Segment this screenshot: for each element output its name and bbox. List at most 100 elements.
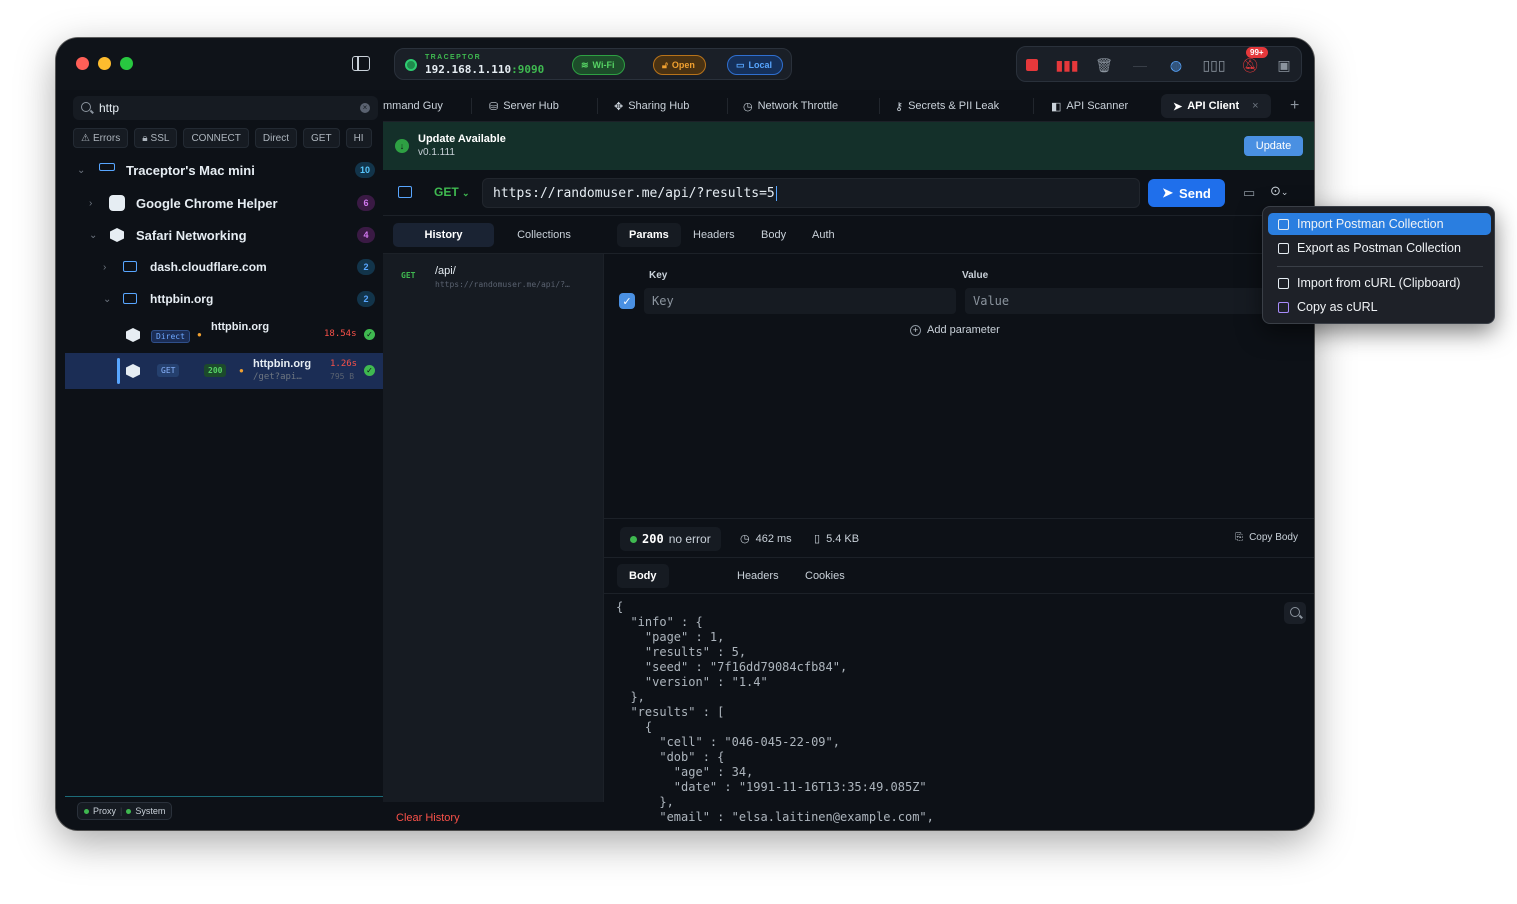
globe-icon[interactable]: ◍ (1167, 56, 1185, 74)
json-viewer: { "info" : { "page" : 1, "results" : 5, … (616, 600, 934, 825)
tree-host-cloudflare[interactable]: › dash.cloudflare.com 2 (65, 252, 383, 282)
history-tabs: History Collections (383, 216, 604, 254)
history-url: https://randomuser.me/api/?… (435, 280, 570, 289)
filter-errors[interactable]: ⚠ Errors (73, 128, 129, 148)
tab-server-hub[interactable]: ⛁ Server Hub (489, 94, 559, 118)
tab-sharing-hub[interactable]: ✥ Sharing Hub (614, 94, 689, 118)
url-input[interactable]: https://randomuser.me/api/?results=5 (482, 178, 1140, 208)
param-value-input[interactable]: Value (965, 288, 1265, 314)
sidebar-panel-icon[interactable] (398, 186, 412, 198)
app-count: 6 (357, 195, 375, 211)
tab-api-client[interactable]: ➤ API Client × (1161, 94, 1271, 118)
ip-value: 192.168.1.110 (425, 63, 512, 76)
menu-copy-curl[interactable]: Copy as cURL (1268, 296, 1491, 318)
key-icon: ⚷ (895, 100, 904, 113)
zoom-window-button[interactable] (120, 57, 133, 70)
lock-icon: 🔒︎ (142, 132, 148, 144)
copy-body-button[interactable]: ⎘ Copy Body (1235, 532, 1298, 543)
status-chip: 200 no error (620, 527, 721, 551)
direct-tag: Direct (151, 330, 190, 343)
tab-command-guy[interactable]: mmand Guy (383, 94, 443, 118)
menu-import-postman[interactable]: Import Postman Collection (1268, 213, 1491, 235)
menu-import-curl[interactable]: Import from cURL (Clipboard) (1268, 272, 1491, 294)
unlock-icon: 🔓︎ (662, 59, 668, 70)
server-icon (123, 261, 137, 272)
json-line: { (616, 720, 653, 734)
tree-app-safari[interactable]: ⌄ Safari Networking 4 (65, 220, 383, 250)
tree-host-httpbin[interactable]: ⌄ httpbin.org 2 (65, 284, 383, 314)
filter-hi[interactable]: HI (345, 128, 372, 148)
update-button[interactable]: Update (1244, 136, 1303, 156)
tree-app-chrome[interactable]: › Google Chrome Helper 6 (65, 188, 383, 218)
local-chip[interactable]: ▭ Local (727, 55, 784, 75)
send-label: Send (1179, 185, 1211, 201)
trash-icon[interactable]: 🗑︎ (1095, 56, 1113, 74)
method-select[interactable]: GET ⌄ (434, 185, 470, 199)
record-button[interactable] (1023, 56, 1041, 74)
clear-history-button[interactable]: Clear History (396, 812, 460, 824)
filter-ssl[interactable]: 🔒︎ SSL (134, 128, 178, 148)
check-icon: ✓ (364, 329, 375, 340)
menu-export-postman[interactable]: Export as Postman Collection (1268, 237, 1491, 259)
scanner-icon: ◧ (1051, 100, 1062, 113)
clear-search-icon[interactable]: × (360, 103, 370, 113)
filter-connect[interactable]: CONNECT (183, 128, 249, 148)
tab-headers[interactable]: Headers (693, 223, 735, 247)
tab-response-cookies[interactable]: Cookies (805, 564, 845, 588)
filter-label: GET (311, 132, 332, 144)
panel-icon[interactable]: ▣ (1275, 56, 1293, 74)
tab-history[interactable]: History (393, 223, 494, 247)
local-label: Local (748, 60, 773, 70)
notification-badge: 99+ (1246, 47, 1268, 58)
plus-circle-icon: + (910, 324, 921, 336)
param-key-input[interactable]: Key (644, 288, 956, 314)
app-icon (109, 195, 125, 211)
tree-root[interactable]: ⌄ Traceptor's Mac mini 10 (65, 155, 383, 185)
status-dot-icon (630, 535, 637, 543)
filter-get[interactable]: GET (303, 128, 340, 148)
wifi-chip[interactable]: ≋ Wi-Fi (572, 55, 626, 75)
more-options-icon[interactable]: ⊙⌄ (1270, 183, 1288, 199)
add-tab-icon[interactable]: + (1290, 94, 1299, 118)
add-parameter-button[interactable]: + Add parameter (910, 324, 1000, 336)
tab-response-headers[interactable]: Headers (737, 564, 779, 588)
tab-auth[interactable]: Auth (812, 223, 835, 247)
history-item[interactable]: GET /api/ https://randomuser.me/api/?… (383, 262, 604, 298)
search-field[interactable]: http × (73, 96, 378, 120)
open-chip[interactable]: 🔓︎ Open (653, 55, 706, 75)
tab-secrets-pii[interactable]: ⚷ Secrets & PII Leak (895, 94, 999, 118)
sidebar-toggle-icon[interactable] (352, 56, 370, 71)
key-column-header: Key (649, 270, 668, 281)
move-icon: ✥ (614, 100, 624, 113)
search-input[interactable]: http (99, 101, 119, 115)
request-path: /get?api… (253, 372, 302, 382)
param-checkbox[interactable]: ✓ (619, 293, 635, 309)
request-row[interactable]: Direct ● httpbin.org 18.54s ✓ (65, 317, 383, 353)
waveform-icon[interactable]: ▮▮▮ (1055, 56, 1078, 74)
bar-chart-icon[interactable]: ▯▯▯ (1202, 56, 1225, 74)
gauge-icon: ◷ (743, 100, 753, 113)
divider-icon: — (1133, 57, 1147, 73)
tab-divider (597, 98, 598, 114)
request-row-selected[interactable]: GET 200 ● httpbin.org /get?api… 1.26s 79… (65, 353, 383, 389)
close-window-button[interactable] (76, 57, 89, 70)
tab-response-body[interactable]: Body (617, 564, 669, 588)
tab-body[interactable]: Body (761, 223, 786, 247)
send-button[interactable]: ➤ Send (1148, 179, 1225, 207)
tab-network-throttle[interactable]: ◷ Network Throttle (743, 94, 838, 118)
tab-collections[interactable]: Collections (494, 223, 594, 247)
divider: | (120, 806, 123, 816)
app-label: Safari Networking (136, 227, 247, 243)
save-folder-icon[interactable]: ▭ (1243, 185, 1255, 201)
bell-off-icon[interactable]: 🔕︎ (1241, 56, 1259, 74)
minimize-window-button[interactable] (98, 57, 111, 70)
host-label: dash.cloudflare.com (150, 260, 267, 274)
tab-api-scanner[interactable]: ◧ API Scanner (1051, 94, 1128, 118)
tab-params[interactable]: Params (617, 223, 681, 247)
filter-direct[interactable]: Direct (254, 128, 298, 148)
search-icon[interactable] (1284, 602, 1306, 624)
proxy-status[interactable]: Proxy | System (77, 802, 173, 820)
filter-label: HI (353, 132, 364, 144)
tab-divider (727, 98, 728, 114)
close-tab-icon[interactable]: × (1252, 100, 1258, 112)
